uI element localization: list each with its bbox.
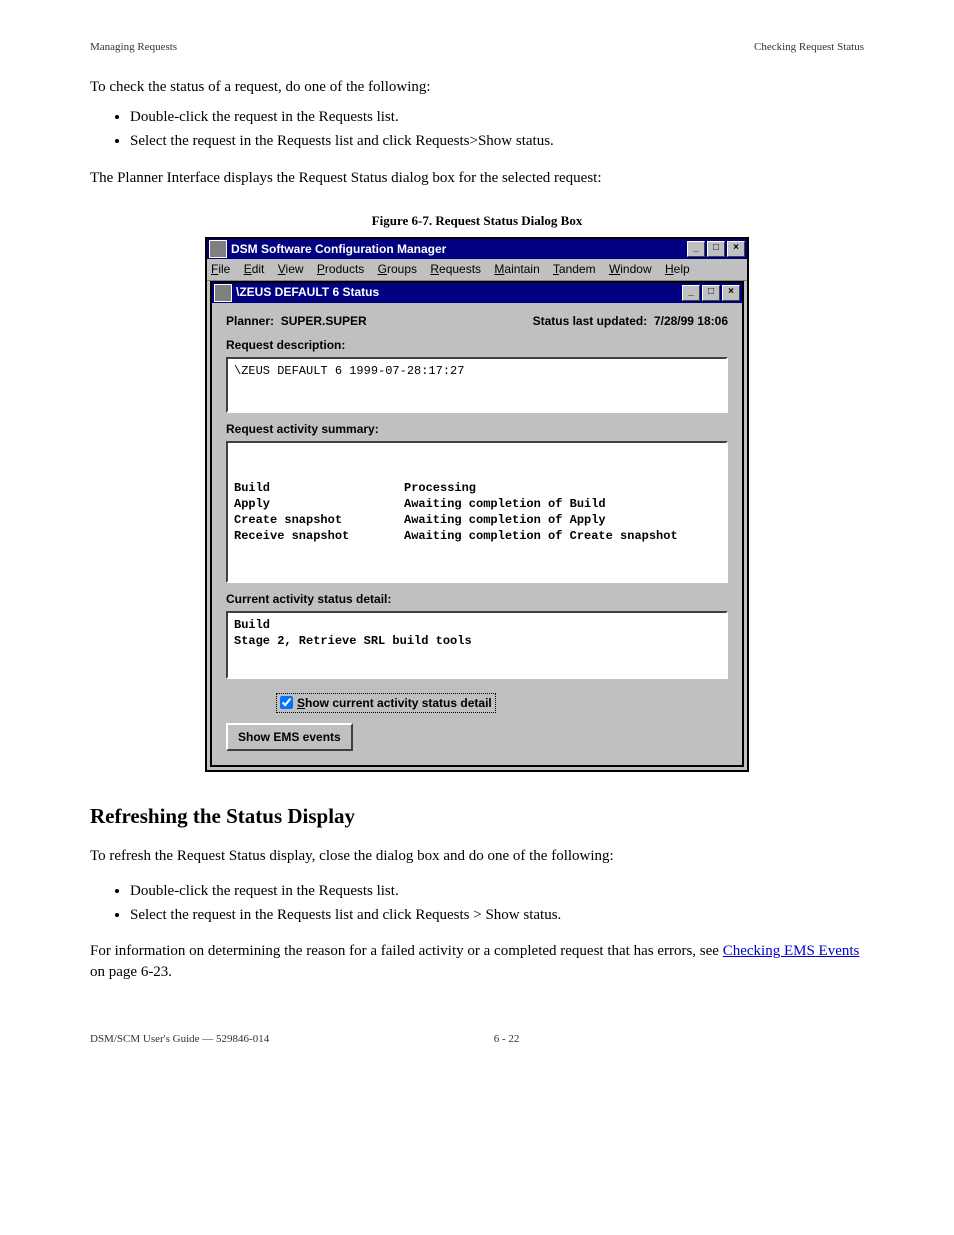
intro-after: The Planner Interface displays the Reque…: [90, 168, 864, 188]
activity-summary-label: Request activity summary:: [226, 421, 728, 437]
close-button[interactable]: ×: [727, 241, 745, 257]
intro-lead: To check the status of a request, do one…: [90, 77, 864, 97]
menu-requests[interactable]: Requests: [430, 262, 481, 276]
app-titlebar[interactable]: DSM Software Configuration Manager _ □ ×: [207, 239, 747, 259]
activity-summary-box: BuildProcessingApplyAwaiting completion …: [226, 441, 728, 583]
child-title: \ZEUS DEFAULT 6 Status: [236, 284, 682, 300]
menu-view[interactable]: View: [278, 262, 304, 276]
status-detail-label: Current activity status detail:: [226, 591, 728, 607]
intro-bullets: Double-click the request in the Requests…: [90, 107, 864, 152]
intro-bullet-2: Select the request in the Requests list …: [130, 131, 864, 151]
menu-file[interactable]: File: [211, 262, 230, 276]
menu-tandem[interactable]: Tandem: [553, 262, 596, 276]
menu-bar: File Edit View Products Groups Requests …: [207, 259, 747, 280]
refresh-bullets: Double-click the request in the Requests…: [90, 881, 864, 926]
minimize-button[interactable]: _: [687, 241, 705, 257]
status-detail-box: Build Stage 2, Retrieve SRL build tools: [226, 611, 728, 679]
running-header-left: Managing Requests: [90, 40, 177, 55]
system-menu-icon[interactable]: [209, 240, 227, 258]
refresh-lead: To refresh the Request Status display, c…: [90, 846, 864, 866]
footer-left: DSM/SCM User's Guide — 529846-014: [90, 1032, 269, 1047]
running-header-right: Checking Request Status: [754, 40, 864, 55]
child-minimize-button[interactable]: _: [682, 285, 700, 301]
child-maximize-button[interactable]: □: [702, 285, 720, 301]
section-heading-refresh: Refreshing the Status Display: [90, 802, 864, 830]
child-system-menu-icon[interactable]: [214, 284, 232, 302]
maximize-button[interactable]: □: [707, 241, 725, 257]
status-child-window: \ZEUS DEFAULT 6 Status _ □ × Planner: SU…: [210, 281, 744, 768]
show-detail-checkbox-row[interactable]: Show current activity status detail: [276, 693, 496, 713]
refresh-bullet-1: Double-click the request in the Requests…: [130, 881, 864, 901]
planner-label: Planner:: [226, 314, 274, 328]
menu-groups[interactable]: Groups: [378, 262, 417, 276]
figure-caption: Figure 6-7. Request Status Dialog Box: [90, 212, 864, 230]
show-detail-checkbox-label: Show current activity status detail: [297, 695, 492, 711]
menu-help[interactable]: Help: [665, 262, 690, 276]
footer-page-number: 6 - 22: [494, 1032, 520, 1047]
menu-maintain[interactable]: Maintain: [494, 262, 539, 276]
menu-edit[interactable]: Edit: [244, 262, 265, 276]
refresh-bullet-2: Select the request in the Requests list …: [130, 905, 864, 925]
cross-reference-link[interactable]: Checking EMS Events: [723, 943, 860, 959]
request-description-label: Request description:: [226, 337, 728, 353]
updated-value: 7/28/99 18:06: [654, 314, 728, 328]
planner-value: SUPER.SUPER: [281, 314, 367, 328]
show-detail-checkbox[interactable]: [280, 696, 293, 709]
show-ems-events-button[interactable]: Show EMS events: [226, 723, 353, 751]
app-window: DSM Software Configuration Manager _ □ ×…: [205, 237, 749, 772]
refresh-after: For information on determining the reaso…: [90, 941, 864, 982]
intro-bullet-1: Double-click the request in the Requests…: [130, 107, 864, 127]
menu-window[interactable]: Window: [609, 262, 652, 276]
menu-products[interactable]: Products: [317, 262, 364, 276]
updated-label: Status last updated:: [533, 314, 648, 328]
request-description-box: \ZEUS DEFAULT 6 1999-07-28:17:27: [226, 357, 728, 413]
child-close-button[interactable]: ×: [722, 285, 740, 301]
app-title: DSM Software Configuration Manager: [231, 241, 687, 257]
child-titlebar[interactable]: \ZEUS DEFAULT 6 Status _ □ ×: [212, 283, 742, 303]
